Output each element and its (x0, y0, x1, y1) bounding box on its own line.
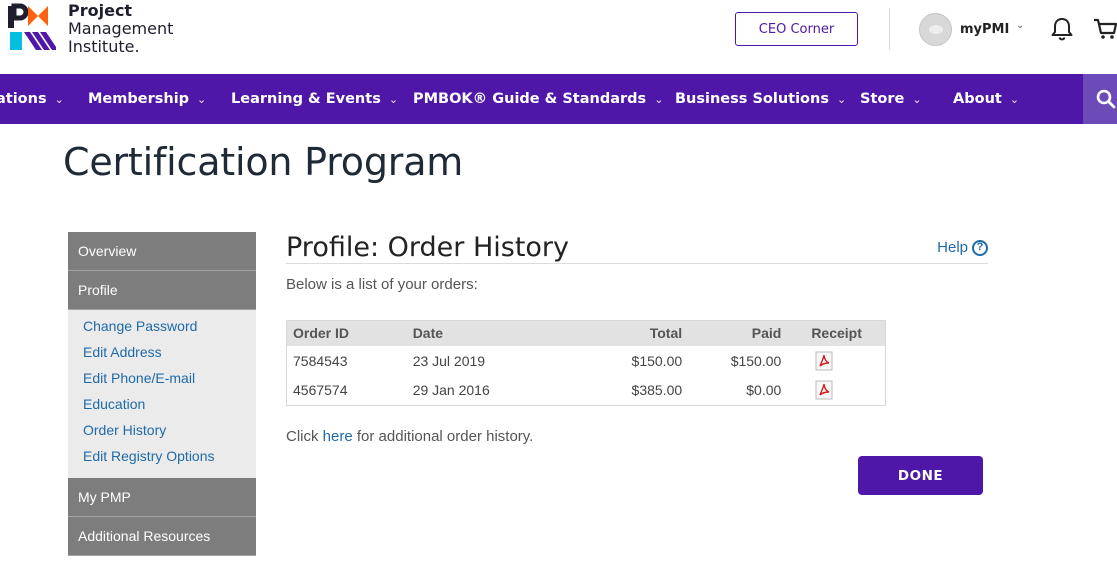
avatar[interactable] (919, 13, 952, 46)
table-header-row: Order ID Date Total Paid Receipt (286, 320, 886, 346)
pmi-logo-text: Project Management Institute. (68, 2, 173, 56)
chevron-down-icon: ⌄ (54, 92, 64, 106)
column-header-date: Date (406, 320, 547, 346)
sidebar: Overview Profile Change Password Edit Ad… (68, 232, 256, 556)
logo-line-3: Institute. (68, 37, 140, 56)
order-id-cell: 7584543 (293, 352, 348, 369)
sidebar-link-edit-registry-options[interactable]: Edit Registry Options (83, 447, 256, 473)
total-cell: $150.00 (631, 352, 683, 369)
question-circle-icon: ? (972, 239, 988, 256)
main-nav: ations ⌄ Membership ⌄ Learning & Events ⌄ P… (0, 74, 1117, 124)
search-icon (1096, 89, 1116, 109)
nav-item-store[interactable]: Store ⌄ (860, 74, 922, 124)
nav-item-label: Business Solutions (675, 91, 829, 107)
additional-history-link[interactable]: here (323, 428, 353, 445)
chevron-down-icon: ⌄ (197, 92, 207, 106)
column-header-receipt: Receipt (795, 320, 886, 346)
additional-history-text: Click here for additional order history. (286, 428, 533, 445)
help-link[interactable]: Help ? (937, 239, 988, 256)
sidebar-link-order-history[interactable]: Order History (83, 421, 256, 447)
order-id-cell: 4567574 (293, 382, 348, 399)
sidebar-link-change-password[interactable]: Change Password (83, 317, 256, 343)
header-divider (889, 8, 890, 50)
sidebar-link-edit-address[interactable]: Edit Address (83, 343, 256, 369)
section-title: Profile: Order History (286, 232, 569, 263)
pdf-icon[interactable] (815, 380, 833, 400)
done-button[interactable]: DONE (858, 456, 983, 495)
column-header-total: Total (546, 320, 689, 346)
chevron-down-icon: ⌄ (654, 92, 664, 106)
more-suffix: for additional order history. (352, 428, 534, 445)
sidebar-item-additional-resources[interactable]: Additional Resources (68, 517, 256, 556)
nav-item-membership[interactable]: Membership ⌄ (88, 74, 206, 124)
nav-item-label: Membership (88, 91, 190, 107)
logo-line-2: Management (68, 19, 174, 38)
pmi-logo[interactable]: Project Management Institute. (6, 2, 173, 56)
nav-item-label: About (953, 91, 1002, 107)
total-cell: $385.00 (631, 382, 683, 399)
nav-item-pmbok-guide[interactable]: PMBOK® Guide & Standards ⌄ (413, 74, 663, 124)
nav-item-certifications[interactable]: ations ⌄ (0, 74, 64, 124)
sidebar-link-education[interactable]: Education (83, 395, 256, 421)
mypmi-menu[interactable]: myPMI (960, 22, 1009, 37)
divider (286, 263, 988, 264)
paid-cell: $0.00 (746, 382, 782, 399)
pdf-icon[interactable] (815, 351, 833, 371)
ceo-corner-button[interactable]: CEO Corner (735, 12, 858, 46)
nav-search-button[interactable] (1083, 74, 1117, 124)
receipt-cell (795, 376, 885, 406)
nav-item-business-solutions[interactable]: Business Solutions ⌄ (675, 74, 846, 124)
bell-icon[interactable] (1049, 16, 1075, 42)
date-cell: 23 Jul 2019 (412, 352, 486, 369)
table-row: 7584543 23 Jul 2019 $150.00 $150.00 (287, 346, 886, 376)
nav-item-label: ations (0, 91, 47, 107)
chevron-down-icon: ⌄ (912, 92, 922, 106)
sidebar-item-profile[interactable]: Profile (68, 271, 256, 310)
date-cell: 29 Jan 2016 (412, 382, 490, 399)
sidebar-profile-submenu: Change Password Edit Address Edit Phone/… (68, 310, 256, 478)
table-row: 4567574 29 Jan 2016 $385.00 $0.00 (287, 376, 886, 406)
nav-item-learning-events[interactable]: Learning & Events ⌄ (231, 74, 398, 124)
intro-text: Below is a list of your orders: (286, 276, 478, 293)
sidebar-link-edit-phone-email[interactable]: Edit Phone/E-mail (83, 369, 256, 395)
paid-cell: $150.00 (730, 352, 782, 369)
sidebar-item-my-pmp[interactable]: My PMP (68, 478, 256, 517)
chevron-down-icon: ⌄ (388, 92, 399, 106)
pmi-logo-mark (8, 3, 56, 50)
page-title: Certification Program (63, 140, 464, 184)
column-header-order-id: Order ID (286, 320, 407, 346)
receipt-cell (795, 346, 885, 376)
chevron-down-icon[interactable]: ⌄ (1016, 20, 1024, 31)
sidebar-item-overview[interactable]: Overview (68, 232, 256, 271)
main-content: Profile: Order History Help ? Below is a… (286, 232, 988, 495)
nav-item-label: Learning & Events (231, 91, 381, 107)
column-header-paid: Paid (688, 320, 796, 346)
chevron-down-icon: ⌄ (836, 92, 847, 106)
logo-line-1: Project (68, 1, 133, 20)
chevron-down-icon: ⌄ (1009, 92, 1020, 106)
nav-item-label: PMBOK® Guide & Standards (413, 91, 647, 107)
nav-item-label: Store (860, 91, 905, 107)
help-label: Help (937, 239, 968, 256)
nav-item-about[interactable]: About ⌄ (953, 74, 1019, 124)
orders-table: Order ID Date Total Paid Receipt 7584543… (286, 320, 886, 406)
site-header: Project Management Institute. CEO Corner… (0, 0, 1117, 74)
cart-icon[interactable] (1092, 16, 1117, 42)
more-prefix: Click (286, 428, 323, 445)
